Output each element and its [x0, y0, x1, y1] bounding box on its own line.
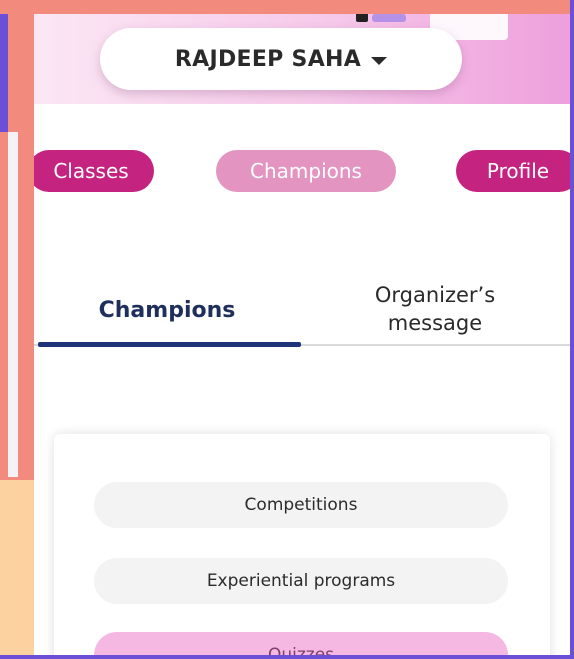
frame-right-purple: [570, 0, 574, 659]
banner-decoration: [356, 14, 368, 22]
menu-item-experiential-programs[interactable]: Experiential programs: [94, 558, 508, 604]
frame-left-peach: [0, 480, 34, 659]
frame-bottom-purple: [0, 655, 574, 659]
app-screen: RAJDEEP SAHA Classes Champions Profile C…: [34, 14, 570, 655]
tab-champions[interactable]: Champions: [34, 280, 300, 340]
banner-decoration: [372, 14, 406, 22]
caret-down-icon: [371, 56, 388, 65]
menu-card: Competitions Experiential programs Quizz…: [54, 434, 550, 655]
frame-top: [0, 0, 574, 14]
nav-pill-profile[interactable]: Profile: [456, 150, 570, 192]
nav-pill-classes[interactable]: Classes: [34, 150, 154, 192]
tab-label-line2: message: [387, 311, 483, 335]
menu-item-quizzes[interactable]: Quizzes: [94, 632, 508, 655]
menu-item-competitions[interactable]: Competitions: [94, 482, 508, 528]
tab-organizers-message[interactable]: Organizer’s message: [300, 276, 570, 342]
frame-left-purple: [0, 14, 8, 132]
active-tab-indicator: [38, 342, 301, 347]
user-name: RAJDEEP SAHA: [174, 46, 362, 72]
frame-left-white: [8, 132, 18, 477]
tab-label-line1: Organizer’s: [374, 283, 496, 307]
nav-pill-champions[interactable]: Champions: [216, 150, 396, 192]
user-menu-button[interactable]: RAJDEEP SAHA: [100, 28, 462, 90]
